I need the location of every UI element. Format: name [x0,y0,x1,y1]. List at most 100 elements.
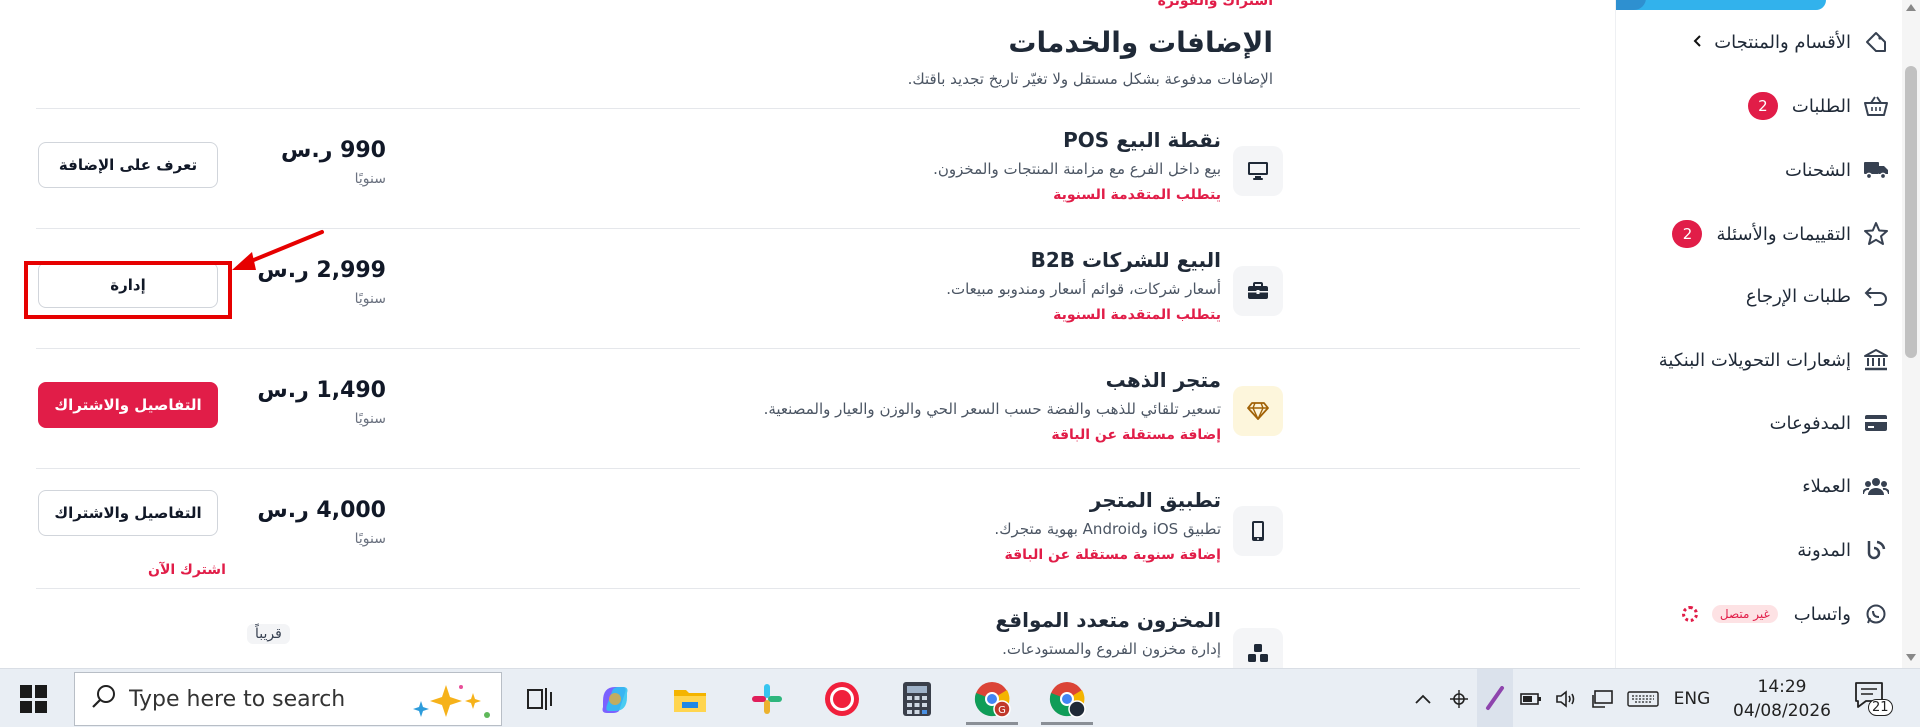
addon-requirement: إضافة سنوية مستقلة عن الباقة [1004,547,1221,563]
details-and-subscribe-button[interactable]: التفاصيل والاشتراك [38,382,218,428]
tag-icon [1861,27,1891,57]
scroll-up-icon[interactable] [1906,4,1916,11]
sidebar: الأقسام والمنتجات الطلبات 2 الشحنات التق… [1615,0,1905,668]
sidebar-item-label: الأقسام والمنتجات [1714,31,1851,53]
slack-icon[interactable] [737,675,797,723]
card-icon [1861,408,1891,438]
file-explorer-icon[interactable] [660,675,720,723]
scrollbar-thumb[interactable] [1905,66,1917,358]
subscribe-now-link[interactable]: اشترك الآن [148,562,226,578]
addon-name: المخزون متعدد المواقع [995,608,1221,632]
sidebar-item-label: التقييمات والأسئلة [1716,223,1851,245]
coming-soon-badge: قريباً [247,624,290,644]
monitor-icon [1233,146,1283,196]
count-badge: 2 [1672,220,1703,248]
briefcase-icon [1233,266,1283,316]
sidebar-item-orders[interactable]: الطلبات 2 [1747,86,1891,126]
learn-about-addon-button[interactable]: تعرف على الإضافة [38,142,218,188]
addon-row-pos: نقطة البيع POS بيع داخل الفرع مع مزامنة … [0,108,1615,228]
addon-name: تطبيق المتجر [1089,488,1221,512]
count-badge: 2 [1747,92,1778,120]
volume-icon[interactable] [1549,669,1585,727]
addon-period: سنويًا [354,291,386,307]
addon-row-gold: متجر الذهب تسعير تلقائي للذهب والفضة حسب… [0,348,1615,468]
sidebar-item-payments[interactable]: المدفوعات [1770,403,1891,443]
blog-icon [1861,535,1891,565]
search-input[interactable] [129,686,399,712]
sidebar-item-label: الشحنات [1784,159,1851,181]
addon-description: أسعار شركات، قوائم أسعار ومندوبو مبيعات. [946,280,1221,298]
copilot-sparkle-icon [401,683,491,723]
addon-row-multi-inventory: المخزون متعدد المواقع إدارة مخزون الفروع… [0,588,1615,668]
sidebar-item-label: المدفوعات [1769,412,1851,434]
sidebar-item-label: طلبات الإرجاع [1745,285,1851,307]
screen-recorder-icon[interactable] [812,675,872,723]
sidebar-item-label: واتساب [1793,603,1851,625]
sidebar-item-label: الطلبات [1791,95,1851,117]
sidebar-item-whatsapp[interactable]: واتساب غير متصل [1681,594,1891,634]
clock-date: 04/08/2026 [1733,701,1831,721]
taskbar-search[interactable] [74,672,502,726]
cutoff-section-heading: اشتراك والفوترة [1157,0,1273,9]
language-indicator[interactable]: ENG [1665,669,1719,727]
addon-price: 990 ر.س [281,138,386,163]
sidebar-item-returns[interactable]: طلبات الإرجاع [1746,276,1891,316]
sidebar-item-reviews[interactable]: التقييمات والأسئلة 2 [1672,214,1891,254]
highlight-box [24,261,232,319]
notification-count-badge: 21 [1868,699,1893,716]
sidebar-item-label: إشعارات التحويلات البنكية [1658,349,1851,371]
details-and-subscribe-button[interactable]: التفاصيل والاشتراك [38,490,218,536]
windows-taskbar: G ENG 14:29 04/08/2026 21 [0,668,1920,727]
addon-name: البيع للشركات B2B [1030,248,1221,272]
page-title: الإضافات والخدمات [1008,26,1273,59]
addon-requirement: إضافة مستقلة عن الباقة [1051,427,1221,443]
bank-icon [1861,345,1891,375]
page-subtitle: الإضافات مدفوعة بشكل مستقل ولا تغيّر تار… [907,70,1273,88]
sidebar-item-bank-transfers[interactable]: إشعارات التحويلات البنكية [1659,340,1891,380]
addon-period: سنويًا [354,531,386,547]
addon-name: متجر الذهب [1105,368,1221,392]
addons-main-panel: اشتراك والفوترة الإضافات والخدمات الإضاف… [0,0,1615,668]
chevron-up-icon[interactable] [1405,669,1441,727]
copilot-app-icon[interactable] [585,675,645,723]
whatsapp-icon [1861,599,1891,629]
pen-tool-icon[interactable] [1477,669,1513,727]
addon-requirement: يتطلب المتقدمة السنوية [1053,307,1221,323]
chevron-left-icon [1692,33,1704,52]
windows-start-icon[interactable] [20,685,48,713]
keyboard-icon[interactable] [1621,669,1665,727]
sidebar-item-customers[interactable]: العملاء [1802,466,1891,506]
scrollbar[interactable] [1902,0,1920,668]
addon-name: نقطة البيع POS [1063,128,1221,152]
sidebar-item-shipments[interactable]: الشحنات [1785,150,1891,190]
addon-description: تسعير تلقائي للذهب والفضة حسب السعر الحي… [763,400,1221,418]
search-icon [91,684,117,714]
smartphone-icon [1233,506,1283,556]
addon-requirement: يتطلب المتقدمة السنوية [1053,187,1221,203]
addon-description: إدارة مخزون الفروع والمستودعات. [1002,640,1221,658]
system-tray: ENG [1405,669,1719,727]
boxes-icon [1233,628,1283,668]
addon-price: 1,490 ر.س [257,378,386,403]
return-icon [1861,281,1891,311]
users-icon [1861,471,1891,501]
chrome-profile-g-icon[interactable]: G [962,675,1022,725]
addon-description: تطبيق iOS وAndroid بهوية متجرك. [994,520,1221,538]
scroll-down-icon[interactable] [1906,654,1916,661]
annotation-arrow-icon [232,230,324,270]
sidebar-item-categories-products[interactable]: الأقسام والمنتجات [1692,22,1891,62]
addon-row-app: تطبيق المتجر تطبيق iOS وAndroid بهوية مت… [0,468,1615,588]
network-share-icon[interactable] [1441,669,1477,727]
calculator-icon[interactable] [887,675,947,723]
sidebar-item-blog[interactable]: المدونة [1797,530,1891,570]
display-icon[interactable] [1585,669,1621,727]
chrome-profile-icon[interactable] [1037,675,1097,725]
addon-description: بيع داخل الفرع مع مزامنة المنتجات والمخز… [933,160,1221,178]
system-clock[interactable]: 14:29 04/08/2026 [1722,675,1842,723]
sidebar-item-label: المدونة [1797,539,1851,561]
diamond-icon [1233,386,1283,436]
battery-icon[interactable] [1513,669,1549,727]
star-icon [1861,219,1891,249]
task-view-icon[interactable] [510,675,570,723]
sidebar-item-label: العملاء [1802,475,1851,497]
